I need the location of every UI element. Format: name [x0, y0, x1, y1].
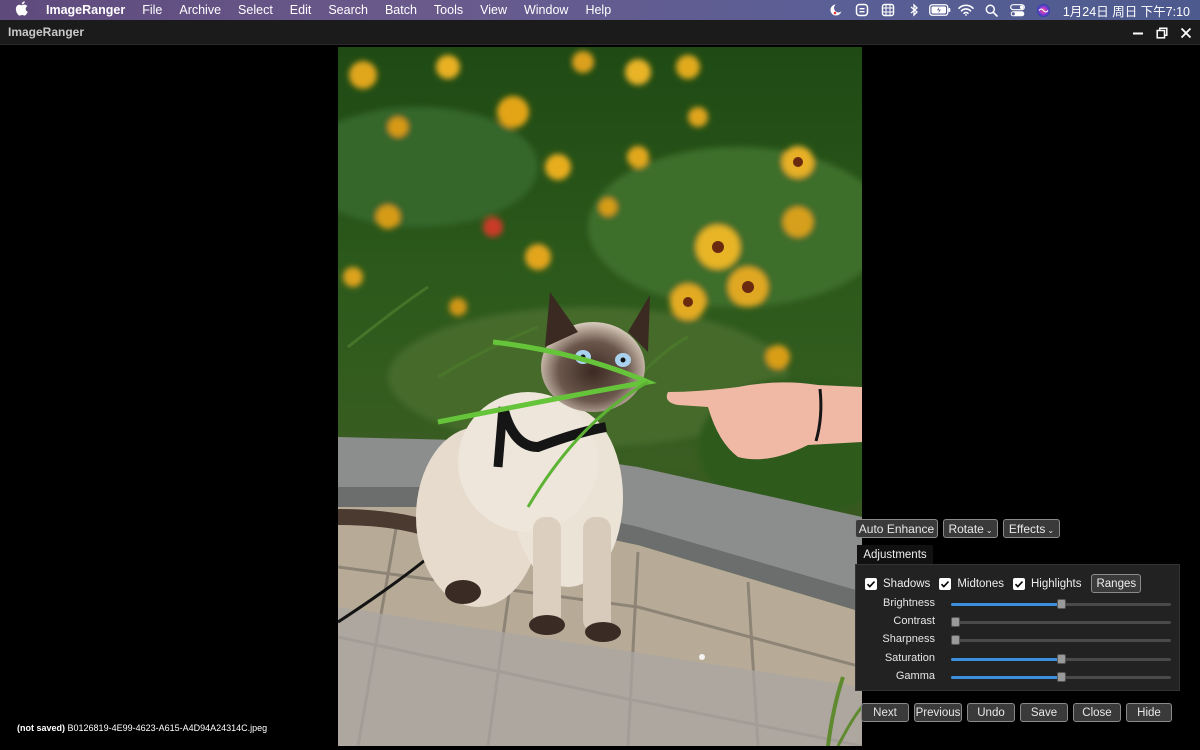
menu-file[interactable]: File [134, 3, 171, 17]
saturation-slider[interactable] [951, 654, 1171, 664]
menu-app-name[interactable]: ImageRanger [42, 3, 134, 17]
sharpness-thumb[interactable] [951, 635, 960, 645]
saturation-row: Saturation [856, 651, 1181, 667]
rotate-label: Rotate [948, 521, 984, 536]
brightness-label: Brightness [883, 597, 935, 609]
hide-button[interactable]: Hide [1126, 703, 1172, 722]
menu-archive[interactable]: Archive [171, 3, 230, 17]
checkmark-icon [941, 580, 950, 588]
saturation-label: Saturation [884, 652, 935, 664]
contrast-thumb[interactable] [951, 617, 960, 627]
close-button[interactable]: Close [1073, 703, 1121, 722]
photo-view[interactable] [338, 47, 862, 746]
gamma-thumb[interactable] [1056, 672, 1066, 682]
siri-icon[interactable] [1031, 0, 1057, 20]
apple-icon[interactable] [0, 1, 42, 19]
ranges-button[interactable]: Ranges [1091, 574, 1142, 593]
status-line: (not saved) B0126819-4E99-4623-A615-A4D9… [17, 723, 267, 733]
sharpness-label: Sharpness [882, 633, 935, 645]
checkmark-icon [1014, 580, 1024, 588]
brightness-slider[interactable] [951, 599, 1171, 609]
menu-view[interactable]: View [472, 3, 516, 17]
battery-icon[interactable] [927, 0, 953, 20]
auto-enhance-button[interactable]: Auto Enhance [855, 519, 938, 538]
menu-batch[interactable]: Batch [376, 3, 425, 17]
saturation-fill [951, 658, 1061, 661]
effects-label: Effects [1008, 521, 1046, 536]
control-center-icon[interactable] [1005, 0, 1031, 20]
menu-edit[interactable]: Edit [281, 3, 320, 17]
range-checkboxes: Shadows Midtones Highlights Ranges [865, 574, 1142, 593]
gamma-row: Gamma [856, 669, 1181, 685]
saturation-thumb[interactable] [1056, 654, 1066, 664]
adjustments-panel: Shadows Midtones Highlights Ranges Brigh… [855, 564, 1180, 691]
effects-button[interactable]: Effects ⌄ [1003, 519, 1060, 538]
menu-tools[interactable]: Tools [425, 3, 471, 17]
tab-adjustments[interactable]: Adjustments [857, 545, 933, 564]
bluetooth-icon[interactable] [901, 0, 927, 20]
wifi-icon[interactable] [953, 0, 979, 20]
rotate-button[interactable]: Rotate ⌄ [943, 519, 998, 538]
save-status: (not saved) [17, 723, 66, 733]
menu-search[interactable]: Search [320, 3, 377, 17]
shadows-checkbox[interactable] [865, 577, 877, 590]
restore-icon[interactable] [1154, 25, 1170, 41]
checkmark-icon [866, 580, 876, 588]
contrast-slider[interactable] [951, 617, 1171, 627]
contrast-label: Contrast [893, 615, 935, 627]
auto-enhance-label: Auto Enhance [858, 521, 935, 536]
brightness-thumb[interactable] [1056, 599, 1066, 609]
brightness-fill [951, 603, 1061, 606]
menu-clock[interactable]: 1月24日 周日 下午7:10 [1057, 1, 1200, 20]
shadows-label: Shadows [883, 577, 931, 590]
spotlight-search-icon[interactable] [979, 0, 1005, 20]
gamma-fill [951, 676, 1061, 679]
next-button[interactable]: Next [861, 703, 909, 722]
gamma-slider[interactable] [951, 672, 1171, 682]
brightness-row: Brightness [856, 596, 1181, 612]
window-title: ImageRanger [8, 25, 85, 39]
file-name: B0126819-4E99-4623-A615-A4D94A24314C.jpe… [67, 723, 268, 733]
grid-icon[interactable] [875, 0, 901, 20]
save-button[interactable]: Save [1020, 703, 1068, 722]
window-title-bar: ImageRanger [0, 20, 1200, 45]
chevron-down-icon: ⌄ [1047, 526, 1055, 535]
menu-help[interactable]: Help [577, 3, 620, 17]
contrast-row: Contrast [856, 614, 1181, 630]
gamma-label: Gamma [895, 670, 935, 682]
menu-select[interactable]: Select [230, 3, 282, 17]
clipboard-icon[interactable] [849, 0, 875, 20]
siamese-cat-photo [338, 47, 862, 746]
minimize-icon[interactable] [1130, 25, 1146, 41]
chevron-down-icon: ⌄ [985, 526, 993, 535]
highlights-checkbox[interactable] [1012, 577, 1025, 590]
moon-icon[interactable] [823, 0, 849, 20]
menu-bar: ImageRanger File Archive Select Edit Sea… [0, 0, 1200, 20]
previous-button[interactable]: Previous [914, 703, 962, 722]
undo-button[interactable]: Undo [967, 703, 1015, 722]
highlights-label: Highlights [1030, 577, 1082, 590]
midtones-label: Midtones [957, 577, 1004, 590]
menu-window[interactable]: Window [515, 3, 576, 17]
sharpness-slider[interactable] [951, 635, 1171, 645]
close-icon[interactable] [1178, 25, 1194, 41]
midtones-checkbox[interactable] [939, 577, 952, 590]
sharpness-row: Sharpness [856, 632, 1181, 648]
